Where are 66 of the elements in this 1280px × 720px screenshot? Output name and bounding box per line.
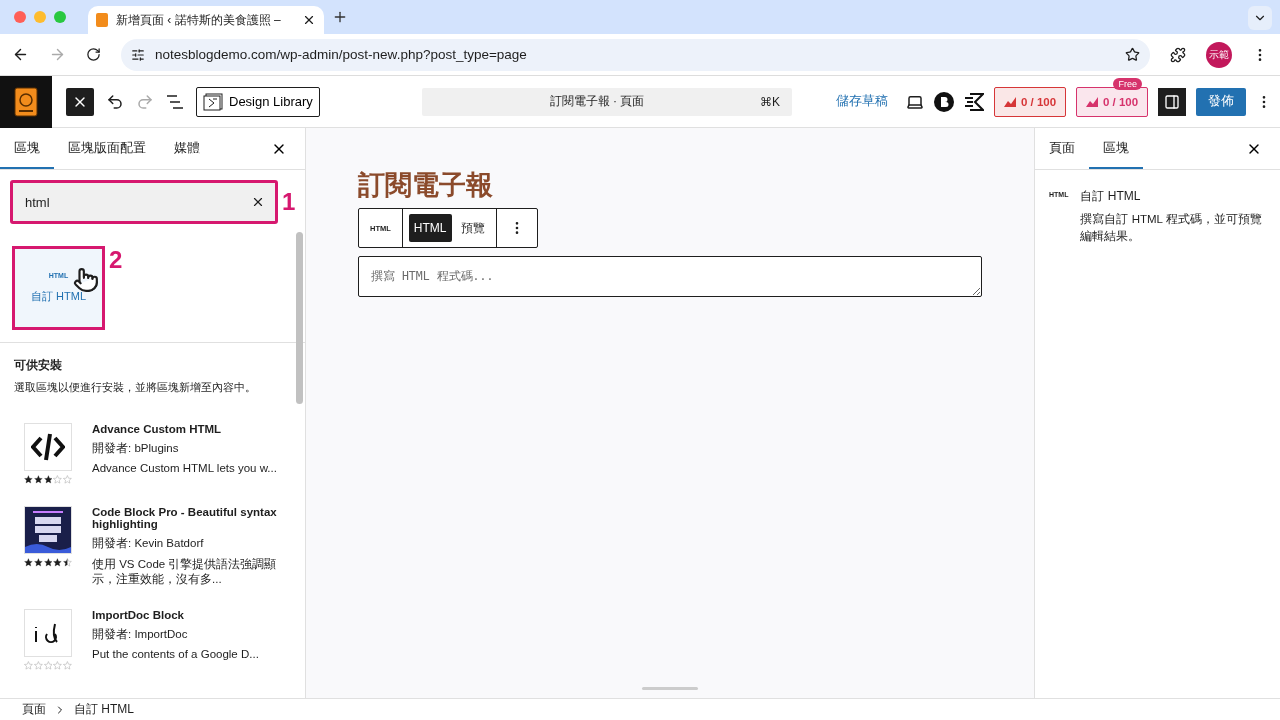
publish-button[interactable]: 發佈 — [1196, 87, 1246, 116]
plugin-author: 開發者: Kevin Batdorf — [92, 536, 205, 551]
code-icon — [31, 432, 65, 462]
section-hint: 選取區塊以便進行安裝，並將區塊新增至內容中。 — [14, 380, 257, 395]
scrollbar[interactable] — [296, 232, 303, 404]
plugin-author: 開發者: ImportDoc — [92, 627, 189, 642]
mode-tab[interactable]: 預覽 — [455, 214, 490, 242]
b-circle-icon[interactable] — [934, 91, 954, 112]
hand-cursor-icon — [73, 267, 99, 293]
free-tag: Free — [1113, 77, 1142, 90]
html-code-field[interactable]: 撰寫 HTML 程式碼... — [358, 256, 982, 297]
plugin-description: Put the contents of a Google D... — [92, 648, 260, 660]
profile-avatar[interactable]: 示範 — [1206, 41, 1232, 68]
back-icon[interactable] — [12, 46, 29, 63]
chart-icon — [1085, 96, 1098, 107]
url-text: notesblogdemo.com/wp-admin/post-new.php?post_type=page — [155, 47, 528, 62]
list-view-icon[interactable] — [166, 94, 184, 109]
page-heading: 訂閱電子報 — [358, 169, 493, 202]
settings-tab[interactable]: 頁面 — [1035, 128, 1089, 169]
plugin-author: 開發者: bPlugins — [92, 441, 180, 456]
undo-icon[interactable] — [106, 92, 124, 111]
tab-search-button[interactable] — [1248, 6, 1272, 30]
site-favicon — [96, 13, 108, 27]
close-icon[interactable] — [302, 13, 316, 27]
close-inserter-button[interactable] — [66, 87, 94, 116]
plugin-description: Advance Custom HTML lets you w... — [92, 462, 277, 474]
plugin-logo — [25, 507, 71, 553]
breadcrumb-link[interactable]: 頁面 — [22, 701, 46, 718]
clear-icon[interactable] — [251, 195, 265, 209]
plugin-description: 使用 VS Code 引擎提供語法強調顯示，注重效能，沒有多... — [92, 557, 277, 587]
site-logo[interactable] — [0, 75, 52, 128]
plugin-name[interactable]: ImportDoc Block — [92, 609, 277, 621]
shortcut-hint: ⌘K — [760, 94, 780, 109]
settings-toggle-button[interactable] — [1158, 87, 1186, 116]
block-description: 撰寫自訂 HTML 程式碼，並可預覽編輯結果。 — [1080, 212, 1263, 245]
step-number: 2 — [109, 246, 123, 274]
inserter-tab[interactable]: 區塊版面配置 — [54, 128, 160, 169]
inserter-tab[interactable]: 區塊 — [0, 128, 54, 169]
plugin-name[interactable]: Code Block Pro - Beautiful syntax highlighting — [92, 506, 277, 530]
browser-tab[interactable]: 新增頁面 ‹ 諾特斯的美食護照 – — [88, 6, 324, 34]
score-badge[interactable]: 0 / 100 — [994, 86, 1066, 117]
bookmark-icon[interactable] — [1125, 47, 1140, 62]
step-number: 1 — [282, 188, 296, 216]
save-draft-link[interactable]: 儲存草稿 — [836, 93, 888, 110]
score-badge[interactable]: 0 / 100 — [1076, 86, 1148, 117]
reload-icon[interactable] — [86, 47, 101, 62]
resize-handle[interactable] — [642, 687, 698, 690]
library-icon[interactable] — [203, 92, 223, 111]
new-tab-icon[interactable] — [332, 9, 348, 25]
command-palette[interactable]: 訂閱電子報 · 頁面 ⌘K — [422, 87, 792, 116]
section-title: 可供安裝 — [14, 357, 63, 374]
design-library-button[interactable]: Design Library — [196, 86, 320, 117]
site-info-icon[interactable] — [131, 47, 145, 62]
speed-lines-icon[interactable] — [964, 92, 984, 111]
mode-tab[interactable]: HTML — [408, 214, 452, 242]
extensions-icon[interactable] — [1170, 46, 1186, 63]
block-name: 自訂 HTML — [1080, 188, 1142, 205]
sidebar-icon[interactable] — [1164, 93, 1180, 110]
chart-icon — [1003, 96, 1016, 107]
inserter-tab[interactable]: 媒體 — [160, 128, 214, 169]
tab-title: 新增頁面 ‹ 諾特斯的美食護照 – — [116, 11, 282, 29]
breadcrumb-link[interactable]: 自訂 HTML — [74, 701, 134, 718]
search-box[interactable]: html — [10, 180, 278, 224]
settings-tab[interactable]: 區塊 — [1089, 128, 1143, 169]
address-bar[interactable]: notesblogdemo.com/wp-admin/post-new.php?post_type=page — [121, 38, 1150, 71]
plugin-name[interactable]: Advance Custom HTML — [92, 423, 277, 435]
